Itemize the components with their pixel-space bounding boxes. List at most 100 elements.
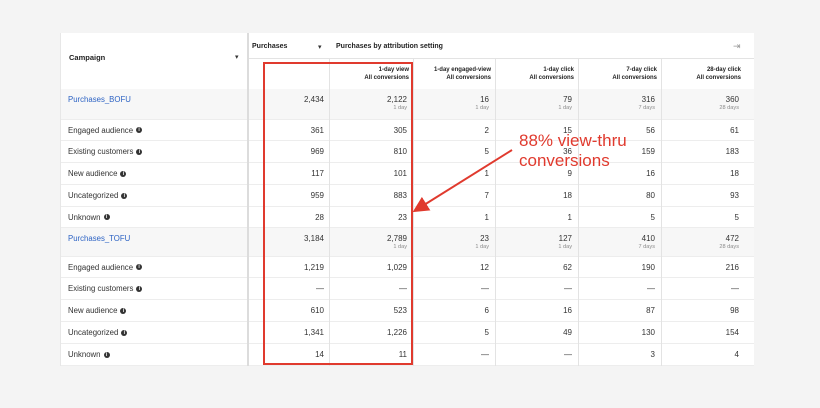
attribution-group-header: Purchases by attribution setting	[336, 43, 443, 50]
row-label: Unknown	[68, 212, 101, 222]
column-header-2[interactable]: 1-day engaged-view All conversions	[434, 66, 491, 82]
header-top-divider	[247, 58, 754, 59]
attribution-value: 93	[730, 191, 739, 200]
column-header-metric: All conversions	[696, 75, 741, 81]
attribution-value: 80	[646, 191, 655, 200]
column-divider	[413, 58, 414, 366]
segment-name: Unknown i	[68, 213, 110, 222]
attribution-value: 5	[484, 328, 489, 337]
attribution-value: 18	[563, 191, 572, 200]
column-divider	[661, 58, 662, 366]
info-icon[interactable]: i	[136, 148, 143, 155]
attribution-value: 1	[484, 212, 489, 222]
attribution-window-label: 1 day	[558, 105, 572, 111]
collapse-icon[interactable]: ⇥	[733, 41, 741, 52]
segment-name: New audience i	[68, 306, 127, 315]
attribution-value: 159	[641, 147, 655, 156]
attribution-value: 23	[480, 234, 489, 243]
column-header-window: 1-day click	[543, 67, 574, 73]
row-label: Uncategorized	[68, 191, 119, 200]
info-icon[interactable]: i	[136, 285, 143, 292]
column-header-5[interactable]: 28-day click All conversions	[696, 66, 741, 82]
attribution-value: 4	[734, 350, 739, 359]
attribution-value: 360	[725, 95, 739, 104]
column-divider	[495, 58, 496, 366]
attribution-value: 154	[725, 328, 739, 337]
attribution-value: 49	[563, 328, 572, 337]
annotation-text: 88% view-thru conversions	[519, 131, 627, 171]
attribution-value: 12	[480, 262, 489, 272]
info-icon[interactable]: i	[120, 307, 127, 314]
row-label: Uncategorized	[68, 328, 119, 337]
info-icon[interactable]: i	[120, 170, 127, 177]
column-header-window: 7-day click	[626, 67, 657, 73]
attribution-window-label: 1 day	[475, 105, 489, 111]
attribution-value: 16	[646, 169, 655, 178]
row-label: Unknown	[68, 350, 101, 359]
attribution-value: 16	[563, 306, 572, 315]
attribution-window-label: 28 days	[719, 105, 739, 111]
attribution-value: 18	[730, 169, 739, 178]
attribution-value: 316	[641, 95, 655, 104]
attribution-value: 2	[484, 125, 489, 135]
segment-name: New audience i	[68, 169, 127, 178]
attribution-value: 16	[480, 95, 489, 104]
info-icon[interactable]: i	[136, 264, 143, 270]
attribution-value: 62	[563, 262, 572, 272]
one-day-view-highlight-box	[263, 62, 413, 365]
segment-name: Uncategorized i	[68, 328, 128, 337]
annotation-line-2: conversions	[519, 151, 610, 170]
info-icon[interactable]: i	[103, 351, 110, 358]
attribution-value: 61	[730, 125, 739, 135]
attribution-value: 79	[563, 95, 572, 104]
column-header-3[interactable]: 1-day click All conversions	[529, 66, 574, 82]
row-label: Existing customers	[68, 284, 134, 293]
purchases-dropdown-icon[interactable]: ▾	[318, 43, 322, 51]
purchases-column-header[interactable]: Purchases	[252, 43, 287, 50]
campaign-name-link[interactable]: Purchases_BOFU	[68, 95, 131, 104]
row-label: New audience	[68, 169, 118, 178]
attribution-value: 98	[730, 306, 739, 315]
row-label: Existing customers	[68, 147, 134, 156]
annotation-line-1: 88% view-thru	[519, 131, 627, 150]
attribution-value: —	[564, 350, 572, 359]
segment-name: Engaged audience i	[68, 263, 143, 272]
attribution-value: 6	[484, 306, 489, 315]
attribution-window-label: 7 days	[638, 105, 655, 111]
attribution-value: 190	[641, 262, 655, 272]
attribution-value: 5	[734, 212, 739, 222]
info-icon[interactable]: i	[121, 192, 128, 199]
attribution-window-label: 1 day	[475, 244, 489, 250]
column-divider	[578, 58, 579, 366]
attribution-value: 1	[567, 212, 572, 222]
column-header-metric: All conversions	[612, 75, 657, 81]
attribution-value: 183	[725, 147, 739, 156]
row-label: New audience	[68, 306, 118, 315]
campaign-column-divider	[247, 33, 249, 366]
campaign-column-header[interactable]: Campaign	[69, 53, 105, 62]
attribution-value: 410	[641, 234, 655, 243]
column-header-window: 1-day engaged-view	[433, 67, 491, 73]
segment-name: Existing customers i	[68, 284, 143, 293]
attribution-value: 127	[558, 234, 572, 243]
segment-name: Existing customers i	[68, 147, 143, 156]
info-icon[interactable]: i	[121, 329, 128, 336]
attribution-window-label: 28 days	[719, 244, 739, 250]
info-icon[interactable]: i	[103, 214, 110, 220]
attribution-value: —	[481, 284, 489, 293]
attribution-value: 7	[484, 191, 489, 200]
segment-name: Uncategorized i	[68, 191, 128, 200]
column-header-metric: All conversions	[446, 75, 491, 81]
attribution-value: —	[647, 284, 655, 293]
column-header-window: 28-day click	[706, 67, 741, 73]
info-icon[interactable]: i	[136, 127, 143, 133]
row-label: Engaged audience	[68, 125, 134, 135]
segment-name: Unknown i	[68, 350, 110, 359]
campaign-name-link[interactable]: Purchases_TOFU	[68, 234, 130, 243]
campaign-sort-icon[interactable]: ▾	[235, 53, 239, 61]
column-header-4[interactable]: 7-day click All conversions	[612, 66, 657, 82]
attribution-value: 216	[725, 262, 739, 272]
attribution-value: 3	[650, 350, 655, 359]
attribution-value: —	[481, 350, 489, 359]
attribution-value: 56	[646, 125, 655, 135]
